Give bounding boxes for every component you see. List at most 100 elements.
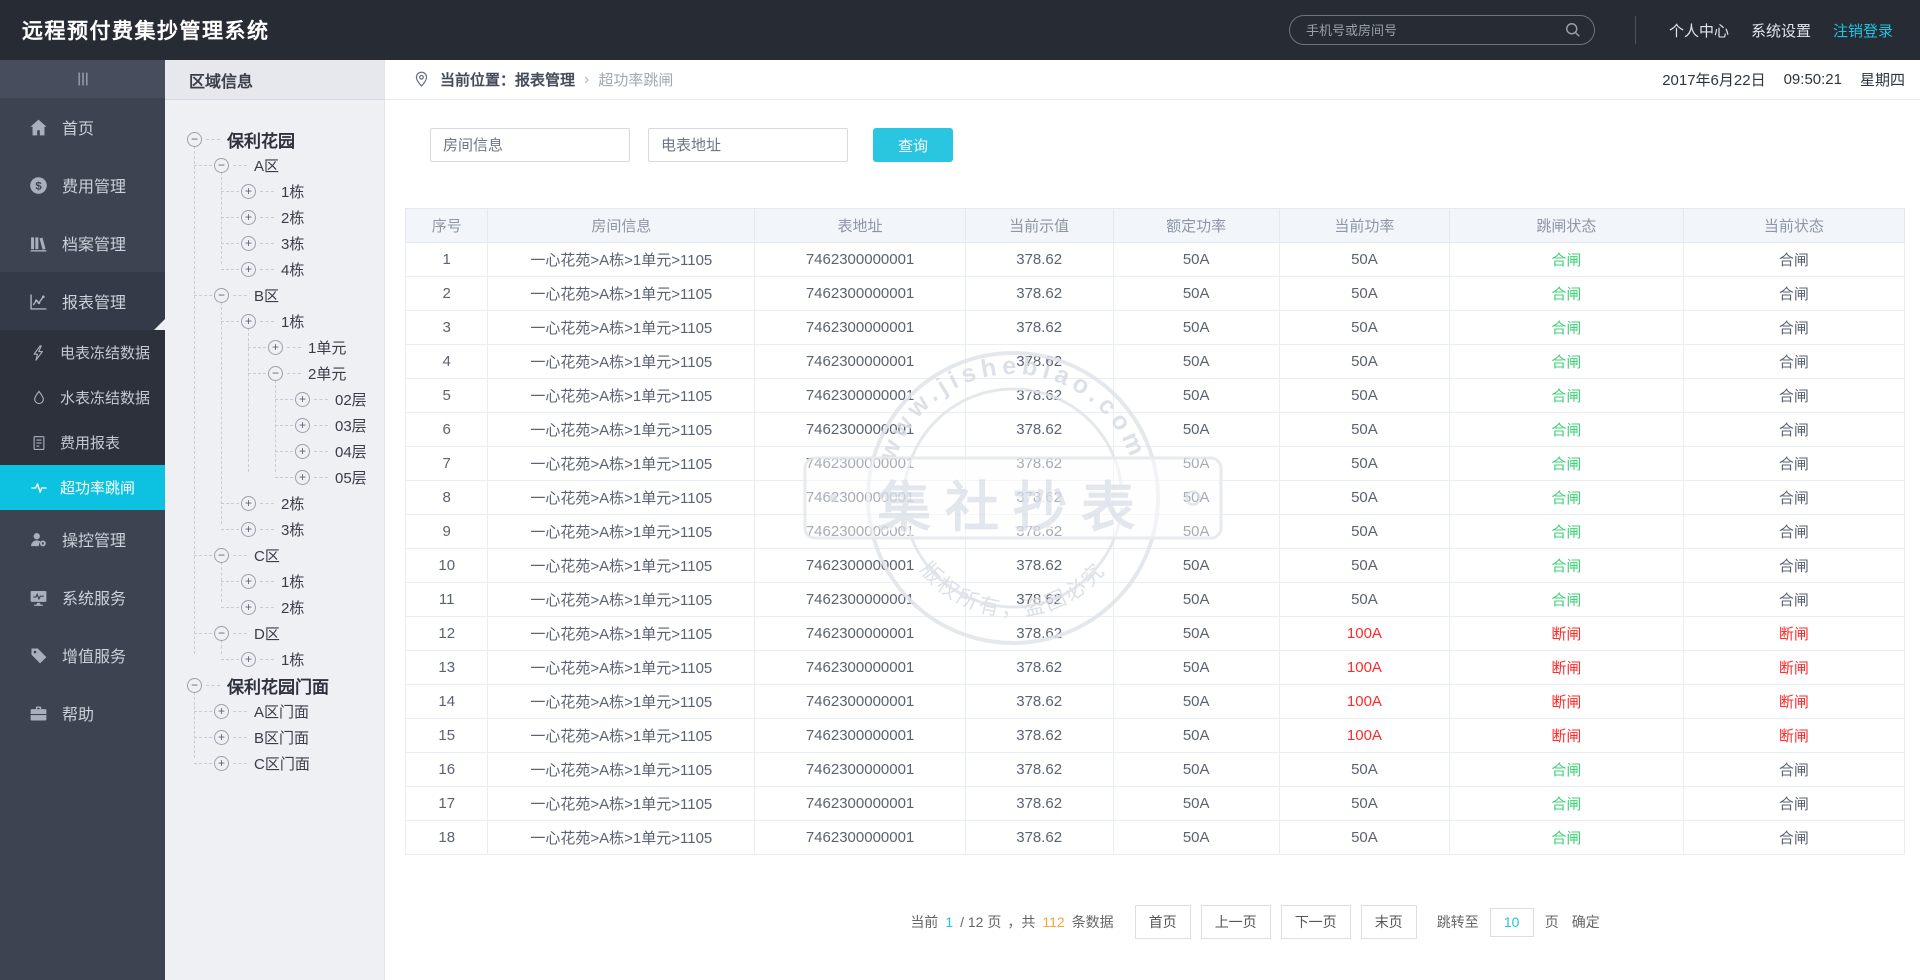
sidebar-collapse-button[interactable] <box>0 60 165 98</box>
tree-expand-icon[interactable]: + <box>295 443 310 459</box>
table-row[interactable]: 7 一心花苑>A栋>1单元>1105 7462300000001 378.62 50A 5… <box>404 446 1906 481</box>
table-row[interactable]: 4 一心花苑>A栋>1单元>1105 7462300000001 378.62 50A 5… <box>404 344 1906 379</box>
tree-node[interactable]: +1栋 <box>221 568 384 594</box>
tree-collapse-icon[interactable]: − <box>187 131 202 147</box>
tree-node[interactable]: +2栋 <box>221 490 384 516</box>
tree-expand-icon[interactable]: + <box>295 391 310 407</box>
table-row[interactable]: 16 一心花苑>A栋>1单元>1105 7462300000001 378.62 50A… <box>404 752 1906 787</box>
tree-label[interactable]: 04层 <box>335 441 367 462</box>
sidebar-item-help[interactable]: 帮助 <box>0 684 165 742</box>
tree-node[interactable]: − A区 <box>194 152 384 178</box>
tree-label[interactable]: 05层 <box>335 467 367 488</box>
tree-label[interactable]: D区 <box>254 623 280 644</box>
tree-expand-icon[interactable]: + <box>241 209 256 225</box>
global-search-input[interactable] <box>1288 15 1595 45</box>
table-row[interactable]: 13 一心花苑>A栋>1单元>1105 7462300000001 378.62 50A… <box>404 650 1906 685</box>
sidebar-item-report-management[interactable]: 报表管理 <box>0 272 165 330</box>
table-row[interactable]: 5 一心花苑>A栋>1单元>1105 7462300000001 378.62 50A 5… <box>404 378 1906 413</box>
tree-node[interactable]: + C区门面 <box>194 750 384 776</box>
table-row[interactable]: 1 一心花苑>A栋>1单元>1105 7462300000001 378.62 50A 5… <box>404 242 1906 277</box>
tree-collapse-icon[interactable]: − <box>214 157 229 173</box>
tree-node[interactable]: − 2单元 <box>248 360 384 386</box>
tree-label[interactable]: 1单元 <box>308 337 346 358</box>
sidebar-item-fee-management[interactable]: $ 费用管理 <box>0 156 165 214</box>
tree-label[interactable]: B区 <box>254 285 279 306</box>
breadcrumb-location[interactable]: 当前位置：报表管理 <box>440 69 575 90</box>
tree-label[interactable]: 保利花园 <box>227 127 295 152</box>
link-system-settings[interactable]: 系统设置 <box>1751 20 1811 41</box>
global-search[interactable] <box>1288 15 1595 45</box>
meter-address-input[interactable] <box>648 128 848 162</box>
table-row[interactable]: 11 一心花苑>A栋>1单元>1105 7462300000001 378.62 50A… <box>404 582 1906 617</box>
table-row[interactable]: 9 一心花苑>A栋>1单元>1105 7462300000001 378.62 50A 5… <box>404 514 1906 549</box>
tree-label[interactable]: 02层 <box>335 389 367 410</box>
tree-node[interactable]: − B区 <box>194 282 384 308</box>
tree-node[interactable]: + B区门面 <box>194 724 384 750</box>
tree-label[interactable]: B区门面 <box>254 727 309 748</box>
sidebar-subitem-over-power-trip[interactable]: 超功率跳闸 <box>0 465 165 510</box>
tree-label[interactable]: 4栋 <box>281 259 304 280</box>
tree-label[interactable]: A区门面 <box>254 701 309 722</box>
room-info-input[interactable] <box>430 128 630 162</box>
tree-expand-icon[interactable]: + <box>295 417 310 433</box>
tree-node[interactable]: +02层 <box>275 386 384 412</box>
tree-node[interactable]: +2栋 <box>221 594 384 620</box>
tree-label[interactable]: 2栋 <box>281 207 304 228</box>
tree-collapse-icon[interactable]: − <box>268 365 283 381</box>
tree-label[interactable]: 保利花园门面 <box>227 673 329 698</box>
tree-node[interactable]: + A区门面 <box>194 698 384 724</box>
tree-node[interactable]: − C区 <box>194 542 384 568</box>
tree-label[interactable]: 1栋 <box>281 571 304 592</box>
sidebar-item-control-management[interactable]: 操控管理 <box>0 510 165 568</box>
tree-expand-icon[interactable]: + <box>214 729 229 745</box>
tree-node[interactable]: +1栋 <box>221 308 384 334</box>
tree-label[interactable]: 1栋 <box>281 311 304 332</box>
tree-label[interactable]: 1栋 <box>281 649 304 670</box>
tree-collapse-icon[interactable]: − <box>214 625 229 641</box>
tree-node[interactable]: +04层 <box>275 438 384 464</box>
tree-label[interactable]: 03层 <box>335 415 367 436</box>
tree-label[interactable]: 2单元 <box>308 363 346 384</box>
tree-expand-icon[interactable]: + <box>241 235 256 251</box>
tree-label[interactable]: C区门面 <box>254 753 310 774</box>
table-row[interactable]: 3 一心花苑>A栋>1单元>1105 7462300000001 378.62 50A 5… <box>404 310 1906 345</box>
tree-label[interactable]: 3栋 <box>281 233 304 254</box>
tree-expand-icon[interactable]: + <box>241 651 256 667</box>
table-row[interactable]: 15 一心花苑>A栋>1单元>1105 7462300000001 378.62 50A… <box>404 718 1906 753</box>
query-button[interactable]: 查询 <box>873 128 953 162</box>
tree-node[interactable]: +1单元 <box>248 334 384 360</box>
link-logout[interactable]: 注销登录 <box>1833 20 1893 41</box>
tree-label[interactable]: 1栋 <box>281 181 304 202</box>
sidebar-item-value-added-service[interactable]: 增值服务 <box>0 626 165 684</box>
jump-page-input[interactable] <box>1489 907 1534 937</box>
tree-expand-icon[interactable]: + <box>241 261 256 277</box>
next-page-button[interactable]: 下一页 <box>1280 905 1351 939</box>
tree-node[interactable]: − 保利花园门面 <box>187 672 384 698</box>
table-row[interactable]: 14 一心花苑>A栋>1单元>1105 7462300000001 378.62 50A… <box>404 684 1906 719</box>
tree-label[interactable]: 2栋 <box>281 597 304 618</box>
tree-node[interactable]: +3栋 <box>221 230 384 256</box>
tree-expand-icon[interactable]: + <box>241 495 256 511</box>
table-row[interactable]: 8 一心花苑>A栋>1单元>1105 7462300000001 378.62 50A 5… <box>404 480 1906 515</box>
tree-label[interactable]: A区 <box>254 155 279 176</box>
tree-expand-icon[interactable]: + <box>214 703 229 719</box>
table-row[interactable]: 18 一心花苑>A栋>1单元>1105 7462300000001 378.62 50A… <box>404 820 1906 855</box>
tree-expand-icon[interactable]: + <box>268 339 283 355</box>
table-row[interactable]: 12 一心花苑>A栋>1单元>1105 7462300000001 378.62 50A… <box>404 616 1906 651</box>
tree-collapse-icon[interactable]: − <box>187 677 202 693</box>
table-row[interactable]: 2 一心花苑>A栋>1单元>1105 7462300000001 378.62 50A 5… <box>404 276 1906 311</box>
prev-page-button[interactable]: 上一页 <box>1200 905 1271 939</box>
sidebar-item-archive-management[interactable]: 档案管理 <box>0 214 165 272</box>
tree-node[interactable]: +4栋 <box>221 256 384 282</box>
first-page-button[interactable]: 首页 <box>1134 905 1191 939</box>
tree-expand-icon[interactable]: + <box>241 521 256 537</box>
table-row[interactable]: 6 一心花苑>A栋>1单元>1105 7462300000001 378.62 50A 5… <box>404 412 1906 447</box>
tree-node[interactable]: +1栋 <box>221 646 384 672</box>
tree-expand-icon[interactable]: + <box>241 313 256 329</box>
tree-expand-icon[interactable]: + <box>295 469 310 485</box>
jump-confirm-button[interactable]: 确定 <box>1572 912 1600 932</box>
sidebar-subitem-water-freeze-data[interactable]: 水表冻结数据 <box>0 375 165 420</box>
tree-node[interactable]: − D区 <box>194 620 384 646</box>
sidebar-subitem-electric-freeze-data[interactable]: 电表冻结数据 <box>0 330 165 375</box>
link-user-center[interactable]: 个人中心 <box>1669 20 1729 41</box>
